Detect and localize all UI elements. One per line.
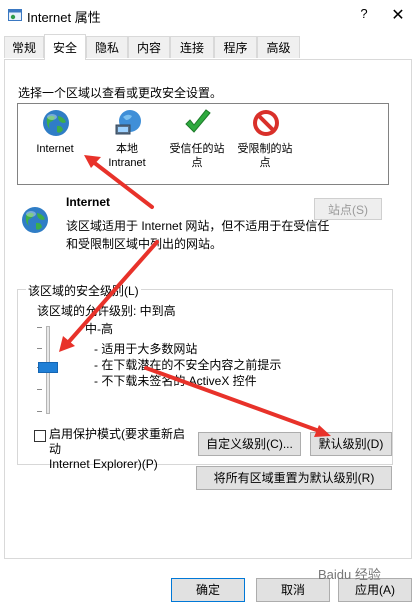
zone-restricted-sites[interactable]: 受限制的站 点 [230, 104, 300, 184]
selected-zone-title: Internet [66, 195, 111, 209]
tab-general[interactable]: 常规 [4, 36, 44, 58]
protected-mode-label-line: Internet Explorer)(P) [49, 457, 158, 471]
zone-list: Internet 本地 Intranet 受信任的站 点 受限制的站 点 [17, 103, 389, 185]
protected-mode-label[interactable]: 启用保护模式(要求重新启动 Internet Explorer)(P) [49, 427, 187, 472]
zone-label: 受信任的站 点 [169, 143, 225, 169]
level-bullet: - 不下载未签名的 ActiveX 控件 [94, 374, 257, 388]
zone-label: Internet [36, 143, 74, 155]
zone-prompt: 选择一个区域以查看或更改安全设置。 [18, 86, 223, 100]
tab-connections[interactable]: 连接 [170, 36, 214, 58]
zone-description-line: 和受限制区域中列出的网站。 [66, 237, 223, 251]
no-entry-icon [253, 110, 279, 136]
tab-advanced[interactable]: 高级 [257, 36, 300, 58]
tab-content[interactable]: 内容 [128, 36, 170, 58]
slider-tick [37, 327, 42, 328]
reset-all-zones-button[interactable]: 将所有区域重置为默认级别(R) [196, 466, 392, 490]
tab-security[interactable]: 安全 [44, 34, 86, 60]
zone-local-intranet[interactable]: 本地 Intranet [92, 104, 162, 184]
checkmark-icon [185, 109, 211, 133]
ok-button[interactable]: 确定 [171, 578, 245, 602]
close-button[interactable]: ✕ [388, 5, 408, 25]
zone-trusted-sites[interactable]: 受信任的站 点 [162, 104, 232, 184]
custom-level-button[interactable]: 自定义级别(C)... [198, 432, 301, 456]
title-bar: Internet 属性 ? ✕ [0, 0, 417, 30]
protected-mode-label-line: 启用保护模式(要求重新启动 [49, 427, 185, 456]
tab-programs[interactable]: 程序 [214, 36, 257, 58]
zone-label: 本地 Intranet [108, 143, 146, 169]
internet-options-icon [8, 9, 22, 21]
tab-privacy[interactable]: 隐私 [86, 36, 128, 58]
window-title: Internet 属性 [27, 10, 101, 25]
zone-internet[interactable]: Internet [20, 104, 90, 184]
level-description-list: - 适用于大多数网站 - 在下载潜在的不安全内容之前提示 - 不下载未签名的 A… [94, 341, 281, 389]
tab-strip: 常规 安全 隐私 内容 连接 程序 高级 [0, 34, 417, 60]
slider-tick [37, 348, 42, 349]
security-level-slider-thumb[interactable] [38, 362, 58, 373]
protected-mode-checkbox[interactable] [34, 430, 46, 442]
level-name: 中-高 [85, 322, 113, 336]
watermark: Baidu 经验 [318, 567, 381, 582]
slider-tick [37, 411, 42, 412]
intranet-icon [115, 110, 141, 135]
level-bullet: - 在下载潜在的不安全内容之前提示 [94, 358, 282, 372]
allowed-level-text: 该区域的允许级别: 中到高 [37, 304, 176, 318]
security-level-group-label: 该区域的安全级别(L) [26, 282, 141, 299]
slider-tick [37, 389, 42, 390]
globe-icon [43, 110, 69, 136]
default-level-button[interactable]: 默认级别(D) [310, 432, 392, 456]
selected-zone-globe-icon [22, 207, 48, 233]
help-button[interactable]: ? [356, 6, 372, 24]
level-bullet: - 适用于大多数网站 [94, 342, 198, 356]
zone-description-line: 该区域适用于 Internet 网站，但不适用于在受信任 [66, 219, 330, 233]
zone-label: 受限制的站 点 [237, 143, 293, 169]
zone-description: 该区域适用于 Internet 网站，但不适用于在受信任 和受限制区域中列出的网… [66, 217, 366, 253]
